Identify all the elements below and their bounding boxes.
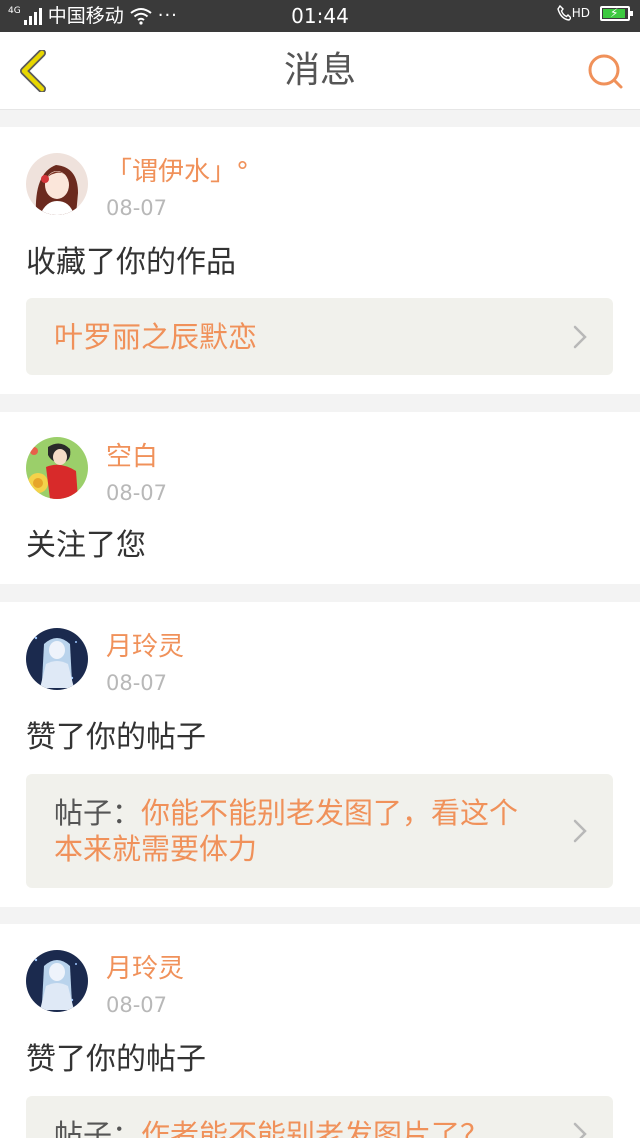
chevron-right-icon: [573, 325, 587, 349]
ref-text: 帖子：作者能不能别老发图片了？: [54, 1117, 543, 1138]
message-date: 08-07: [106, 481, 168, 505]
avatar[interactable]: [26, 950, 88, 1012]
ref-title: 作者能不能别老发图片了？: [141, 1118, 490, 1138]
message-card: 「谓伊水」° 08-07 收藏了你的作品 叶罗丽之辰默恋: [0, 127, 640, 394]
username[interactable]: 空白: [106, 441, 158, 473]
message-date: 08-07: [106, 671, 168, 695]
ref-prefix: 帖子：: [54, 1118, 142, 1138]
username[interactable]: 月玲灵: [106, 953, 184, 985]
chevron-right-icon: [573, 1122, 587, 1138]
message-card: 月玲灵 08-07 赞了你的帖子 帖子：你能不能别老发图了，看这个本来就需要体力: [0, 602, 640, 907]
referenced-post[interactable]: 帖子：作者能不能别老发图片了？: [26, 1096, 613, 1138]
ref-text: 叶罗丽之辰默恋: [54, 319, 543, 355]
referenced-post[interactable]: 帖子：你能不能别老发图了，看这个本来就需要体力: [26, 774, 613, 888]
message-card: 月玲灵 08-07 赞了你的帖子 帖子：作者能不能别老发图片了？: [0, 924, 640, 1138]
search-button[interactable]: [586, 52, 624, 90]
avatar[interactable]: [26, 437, 88, 499]
message-action: 赞了你的帖子: [26, 1042, 206, 1077]
hd-label: HD: [571, 6, 590, 20]
status-bar: 4G 中国移动 ··· 01:44 HD ⚡: [0, 0, 640, 32]
message-action: 赞了你的帖子: [26, 720, 206, 755]
username[interactable]: 月玲灵: [106, 631, 184, 663]
status-right: HD ⚡: [556, 5, 633, 21]
page-title: 消息: [283, 50, 356, 91]
referenced-work[interactable]: 叶罗丽之辰默恋: [26, 298, 613, 375]
chevron-right-icon: [573, 819, 587, 843]
message-date: 08-07: [106, 196, 168, 220]
ref-text: 帖子：你能不能别老发图了，看这个本来就需要体力: [54, 795, 543, 867]
avatar[interactable]: [26, 153, 88, 215]
ref-title: 叶罗丽之辰默恋: [54, 320, 258, 354]
message-card: 空白 08-07 关注了您: [0, 412, 640, 584]
message-date: 08-07: [106, 993, 168, 1017]
avatar[interactable]: [26, 628, 88, 690]
hd-call-icon: HD: [556, 5, 590, 21]
message-action: 收藏了你的作品: [26, 245, 236, 280]
status-time: 01:44: [291, 4, 349, 28]
battery-icon: ⚡: [600, 5, 633, 21]
charging-icon: ⚡: [610, 5, 619, 20]
username[interactable]: 「谓伊水」°: [106, 156, 249, 188]
header: 消息: [0, 32, 640, 110]
phone-icon: [556, 5, 571, 21]
message-action: 关注了您: [26, 528, 146, 563]
ref-prefix: 帖子：: [54, 796, 142, 830]
